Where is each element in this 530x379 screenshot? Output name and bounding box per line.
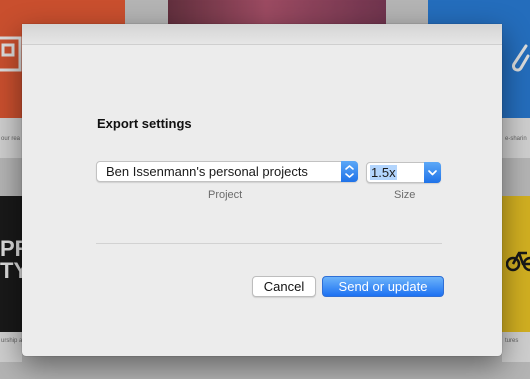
project-select-value: Ben Issenmann's personal projects	[106, 164, 308, 179]
updown-chevron-icon[interactable]	[341, 161, 358, 182]
dialog-divider	[96, 243, 442, 244]
chevron-down-icon[interactable]	[424, 162, 441, 183]
dialog-title-strip	[22, 24, 502, 45]
send-or-update-button[interactable]: Send or update	[322, 276, 444, 297]
size-select[interactable]: 1.5x	[366, 162, 441, 183]
dialog-title: Export settings	[97, 116, 192, 131]
project-select[interactable]: Ben Issenmann's personal projects	[96, 161, 358, 182]
project-label: Project	[208, 189, 243, 201]
export-settings-dialog: Export settings Ben Issenmann's personal…	[22, 24, 502, 356]
size-label: Size	[394, 189, 416, 201]
cancel-button[interactable]: Cancel	[252, 276, 316, 297]
size-select-value: 1.5x	[370, 165, 397, 180]
